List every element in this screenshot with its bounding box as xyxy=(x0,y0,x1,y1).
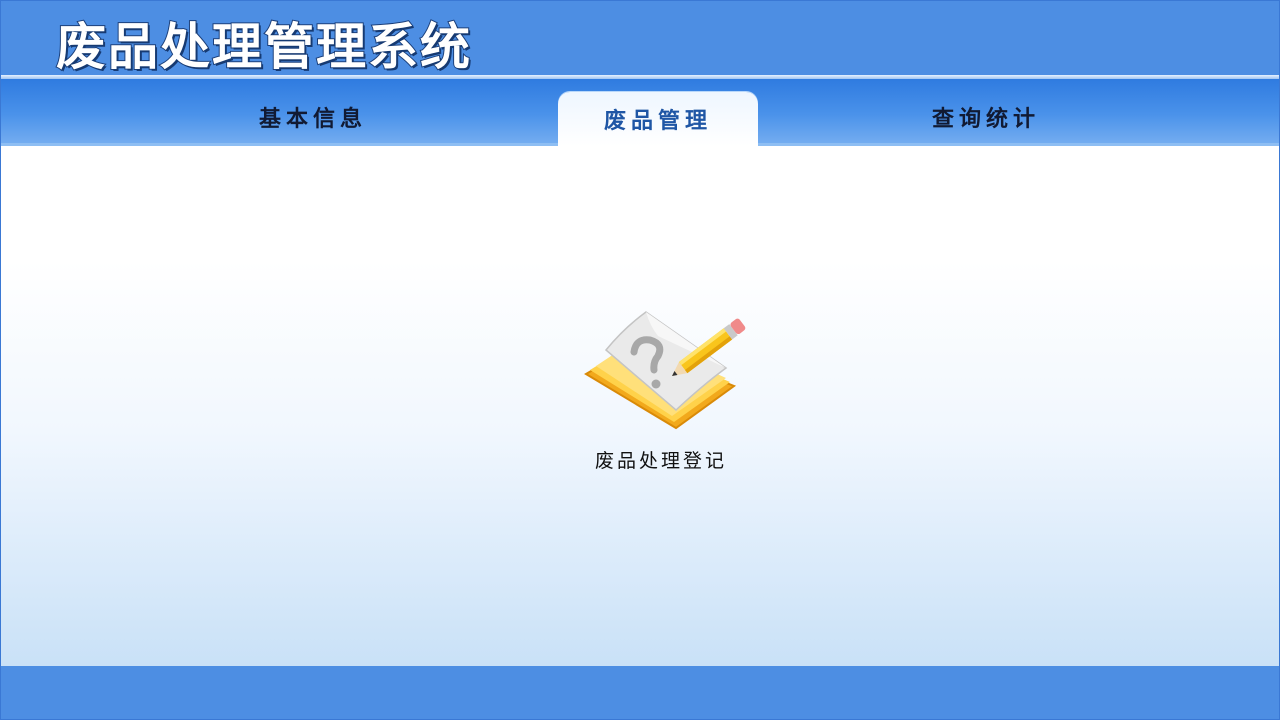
app-title: 废品处理管理系统 xyxy=(55,17,472,77)
nav-bar: 基本信息 废品管理 查询统计 xyxy=(1,79,1279,146)
title-bar: 废品处理管理系统 xyxy=(1,1,1279,77)
tab-basic-info[interactable]: 基本信息 xyxy=(213,91,413,143)
app-window: 废品处理管理系统 基本信息 废品管理 查询统计 废品处理登记 xyxy=(0,0,1280,720)
notebook-pencil-icon[interactable] xyxy=(576,306,746,436)
tab-waste-management[interactable]: 废品管理 xyxy=(558,92,758,146)
main-content: 废品处理登记 xyxy=(1,146,1279,666)
module-label[interactable]: 废品处理登记 xyxy=(595,446,727,473)
footer-bar xyxy=(1,666,1279,719)
tab-query-statistics[interactable]: 查询统计 xyxy=(886,91,1086,143)
waste-disposal-registration-module[interactable]: 废品处理登记 xyxy=(561,306,761,473)
